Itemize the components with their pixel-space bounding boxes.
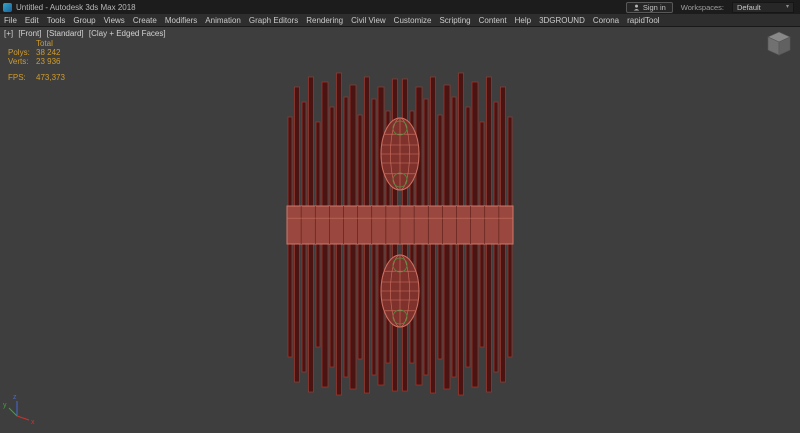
ellipsoid-object[interactable] [381,118,419,190]
workspaces-label: Workspaces: [681,3,724,12]
viewport-menu-shading[interactable]: [Clay + Edged Faces] [89,29,166,38]
menu-item-civil-view[interactable]: Civil View [347,16,390,25]
menu-item-scripting[interactable]: Scripting [435,16,474,25]
window-title: Untitled - Autodesk 3ds Max 2018 [16,3,136,12]
viewport-statistics: Total Polys: 38 242 Verts: 23 936 FPS: 4… [8,39,65,82]
viewcube[interactable] [768,32,790,55]
menu-item-rapidtool[interactable]: rapidTool [623,16,663,25]
sign-in-button[interactable]: Sign in [626,2,673,13]
menu-item-edit[interactable]: Edit [21,16,43,25]
axis-y-label: y [3,402,7,409]
axis-x-label: x [31,419,35,426]
menu-item-3dground[interactable]: 3DGROUND [535,16,589,25]
menu-item-views[interactable]: Views [100,16,129,25]
app-icon [3,3,12,12]
viewport-menu-renderer[interactable]: [Standard] [47,29,84,38]
viewport-label: [+] [Front] [Standard] [Clay + Edged Fac… [4,29,169,38]
chevron-down-icon: ▾ [786,4,789,10]
menu-item-rendering[interactable]: Rendering [302,16,347,25]
viewport-menu-general[interactable]: [+] [4,29,13,38]
menu-item-corona[interactable]: Corona [589,16,623,25]
viewport-menu-pov[interactable]: [Front] [18,29,41,38]
menu-item-content[interactable]: Content [475,16,511,25]
workspaces-value: Default [737,3,761,12]
menu-item-file[interactable]: File [0,16,21,25]
menu-item-animation[interactable]: Animation [201,16,245,25]
menu-item-create[interactable]: Create [129,16,161,25]
menu-item-modifiers[interactable]: Modifiers [161,16,201,25]
stats-verts-row: Verts: 23 936 [8,57,65,66]
menu-item-help[interactable]: Help [511,16,535,25]
world-axis-tripod: x y z [3,394,35,426]
stats-verts-value: 23 936 [36,57,60,66]
stats-fps-row: FPS: 473,373 [8,73,65,82]
viewport-canvas[interactable]: x y z [0,27,800,433]
menu-item-group[interactable]: Group [69,16,99,25]
sign-in-label: Sign in [643,3,666,12]
titlebar: Untitled - Autodesk 3ds Max 2018 Sign in… [0,0,800,14]
user-icon [633,4,640,11]
viewport[interactable]: x y z [+] [Front] [Standard] [Clay + Edg… [0,27,800,433]
ellipsoid-object[interactable] [381,255,419,327]
stats-polys-value: 38 242 [36,48,60,57]
stats-total-header: Total [36,39,65,48]
stats-fps-label: FPS: [8,73,36,82]
menu-item-customize[interactable]: Customize [390,16,436,25]
stats-polys-row: Polys: 38 242 [8,48,65,57]
stats-fps-value: 473,373 [36,73,65,82]
stats-verts-label: Verts: [8,57,36,66]
menu-item-tools[interactable]: Tools [43,16,70,25]
workspaces-dropdown[interactable]: Default ▾ [732,2,794,13]
stats-polys-label: Polys: [8,48,36,57]
axis-z-label: z [13,394,17,401]
menu-item-graph-editors[interactable]: Graph Editors [245,16,302,25]
band-group[interactable] [287,206,513,244]
menubar: File Edit Tools Group Views Create Modif… [0,14,800,27]
